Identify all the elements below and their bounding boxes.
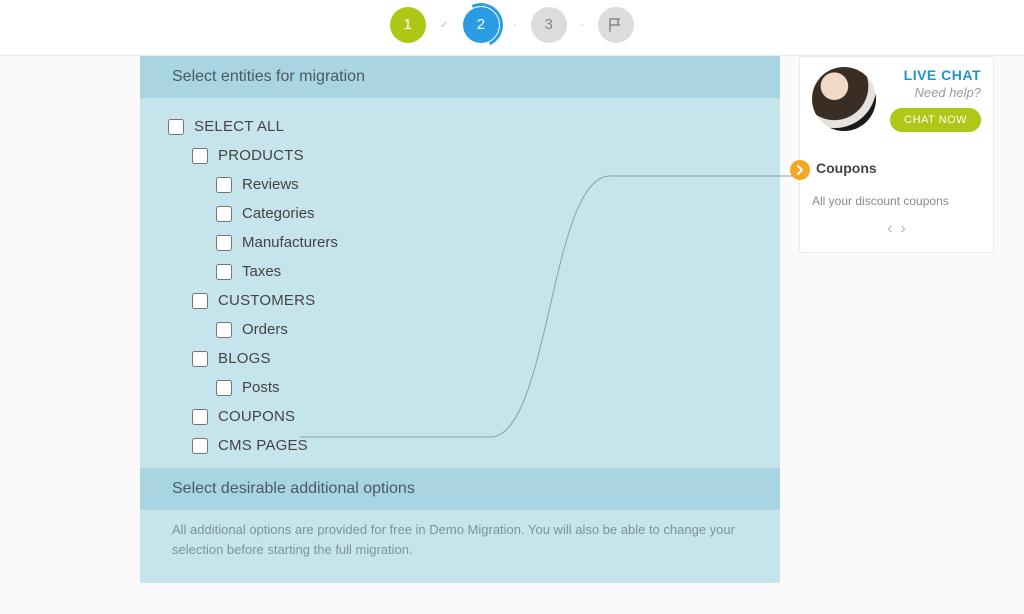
chat-text: LIVE CHAT Need help? CHAT NOW [884, 67, 981, 132]
coupons-row: COUPONS [168, 402, 752, 431]
info-card: Coupons All your discount coupons ‹ › [812, 160, 981, 238]
posts-label: Posts [242, 379, 280, 396]
reviews-row: Reviews [168, 170, 752, 199]
reviews-label: Reviews [242, 176, 299, 193]
step-1[interactable]: 1 [390, 7, 426, 43]
blogs-row: BLOGS [168, 344, 752, 373]
stepper: 1 ✓ 2 · 3 · [0, 0, 1024, 56]
manufacturers-row: Manufacturers [168, 228, 752, 257]
orders-label: Orders [242, 321, 288, 338]
manufacturers-label: Manufacturers [242, 234, 338, 251]
blogs-label: BLOGS [218, 350, 271, 367]
cms-pages-checkbox[interactable] [192, 438, 208, 454]
categories-checkbox[interactable] [216, 206, 232, 222]
cms-pages-row: CMS PAGES [168, 431, 752, 460]
coupons-checkbox[interactable] [192, 409, 208, 425]
orders-row: Orders [168, 315, 752, 344]
entities-section-header: Select entities for migration [140, 56, 780, 98]
info-bullet-icon [790, 160, 810, 180]
manufacturers-checkbox[interactable] [216, 235, 232, 251]
live-chat-sub: Need help? [884, 85, 981, 100]
coupons-label: COUPONS [218, 408, 295, 425]
chat-block: LIVE CHAT Need help? CHAT NOW [812, 67, 981, 132]
products-label: PRODUCTS [218, 147, 304, 164]
carousel-prev[interactable]: ‹ [887, 220, 892, 238]
info-title: Coupons [812, 160, 981, 176]
carousel-nav: ‹ › [812, 220, 981, 238]
taxes-row: Taxes [168, 257, 752, 286]
posts-checkbox[interactable] [216, 380, 232, 396]
products-row: PRODUCTS [168, 141, 752, 170]
step-2[interactable]: 2 [463, 7, 499, 43]
categories-label: Categories [242, 205, 315, 222]
categories-row: Categories [168, 199, 752, 228]
flag-icon [607, 16, 625, 34]
step-finish[interactable] [598, 7, 634, 43]
stepper-separator: · [513, 19, 517, 31]
products-checkbox[interactable] [192, 148, 208, 164]
customers-row: CUSTOMERS [168, 286, 752, 315]
sidebar: LIVE CHAT Need help? CHAT NOW Coupons Al… [799, 56, 994, 253]
select-all-checkbox[interactable] [168, 119, 184, 135]
main-panel: Select entities for migration SELECT ALL… [140, 56, 780, 583]
options-note: All additional options are provided for … [140, 510, 780, 563]
orders-checkbox[interactable] [216, 322, 232, 338]
taxes-checkbox[interactable] [216, 264, 232, 280]
posts-row: Posts [168, 373, 752, 402]
entity-tree: SELECT ALL PRODUCTS Reviews Categories M… [140, 98, 780, 468]
step-3[interactable]: 3 [531, 7, 567, 43]
options-section-header: Select desirable additional options [140, 468, 780, 510]
step-check-icon: ✓ [440, 18, 449, 31]
info-desc: All your discount coupons [812, 194, 981, 208]
customers-checkbox[interactable] [192, 293, 208, 309]
blogs-checkbox[interactable] [192, 351, 208, 367]
customers-label: CUSTOMERS [218, 292, 315, 309]
reviews-checkbox[interactable] [216, 177, 232, 193]
live-chat-title: LIVE CHAT [884, 67, 981, 83]
taxes-label: Taxes [242, 263, 281, 280]
avatar [812, 67, 876, 131]
chevron-right-icon [795, 165, 805, 175]
chat-now-button[interactable]: CHAT NOW [890, 108, 981, 132]
stepper-separator: · [581, 19, 585, 31]
select-all-label: SELECT ALL [194, 118, 284, 135]
step-1-label: 1 [404, 16, 412, 33]
step-2-label: 2 [477, 16, 485, 33]
cms-pages-label: CMS PAGES [218, 437, 308, 454]
step-3-label: 3 [544, 16, 552, 33]
carousel-next[interactable]: › [901, 220, 906, 238]
select-all-row: SELECT ALL [168, 112, 752, 141]
